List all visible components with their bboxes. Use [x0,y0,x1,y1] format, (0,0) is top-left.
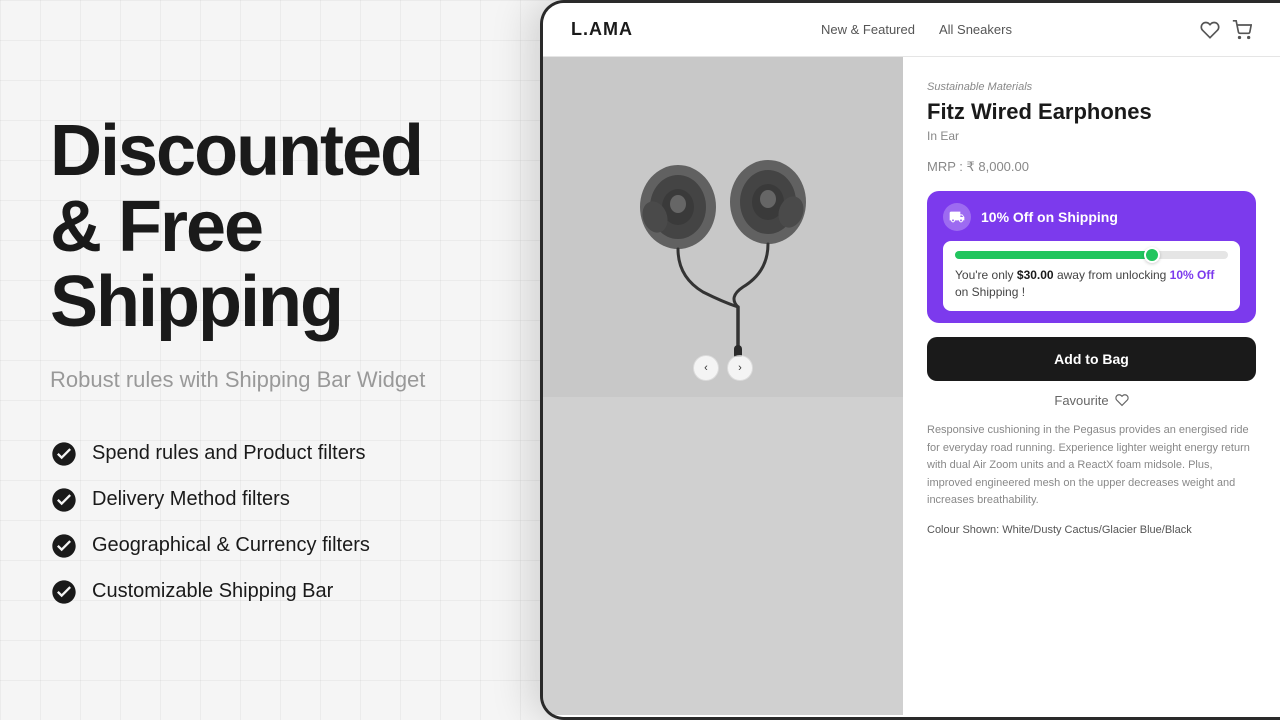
feature-item-4: Customizable Shipping Bar [50,578,450,606]
app-logo: L.AMA [571,19,633,40]
app-nav: L.AMA New & Featured All Sneakers [543,3,1280,57]
shipping-progress-container: You're only $30.00 away from unlocking 1… [943,241,1240,311]
device-frame: L.AMA New & Featured All Sneakers [540,0,1280,720]
nav-link-featured[interactable]: New & Featured [821,22,915,37]
hero-title: Discounted & Free Shipping [50,114,450,341]
left-panel: Discounted & Free Shipping Robust rules … [0,0,500,720]
product-category: Sustainable Materials [927,81,1256,93]
nav-icons [1200,20,1252,40]
product-description: Responsive cushioning in the Pegasus pro… [927,422,1256,510]
image-next-button[interactable]: › [727,355,753,381]
product-image-bg: ‹ › [543,57,903,397]
product-type: In Ear [927,129,1256,143]
product-area: ‹ › Sustainable Materials Fitz Wired Ear… [543,57,1280,715]
nav-links: New & Featured All Sneakers [821,22,1012,37]
check-circle-icon-3 [50,532,78,560]
progress-bar-thumb [1144,247,1160,263]
nav-link-sneakers[interactable]: All Sneakers [939,22,1012,37]
shipping-message: You're only $30.00 away from unlocking 1… [955,267,1228,301]
shipping-msg-suffix: on Shipping ! [955,285,1025,299]
shipping-icon-circle [943,203,971,231]
product-info: Sustainable Materials Fitz Wired Earphon… [903,57,1280,715]
shipping-msg-prefix: You're only [955,268,1017,282]
shipping-bar-title: 10% Off on Shipping [981,209,1118,225]
image-prev-button[interactable]: ‹ [693,355,719,381]
shipping-msg-mid: away from unlocking [1054,268,1170,282]
shipping-discount: 10% Off [1170,268,1215,282]
product-image-container: ‹ › [543,57,903,715]
shipping-bar-header: 10% Off on Shipping [943,203,1240,231]
progress-bar-fill [955,251,1152,259]
heart-small-icon[interactable] [1115,393,1129,407]
feature-label-3: Geographical & Currency filters [92,534,370,557]
feature-item-3: Geographical & Currency filters [50,532,450,560]
earphone-illustration [593,97,853,357]
check-circle-icon-2 [50,486,78,514]
progress-bar-track [955,251,1228,259]
feature-label-4: Customizable Shipping Bar [92,580,333,603]
feature-label-1: Spend rules and Product filters [92,442,366,465]
check-circle-icon-1 [50,440,78,468]
product-price: MRP : ₹ 8,000.00 [927,159,1256,175]
bag-icon[interactable] [1232,20,1252,40]
product-name: Fitz Wired Earphones [927,99,1256,125]
image-navigation: ‹ › [693,355,753,381]
truck-icon [949,209,965,225]
right-panel: L.AMA New & Featured All Sneakers [500,0,1280,720]
favourite-label: Favourite [1054,393,1108,408]
colour-section: Colour Shown: White/Dusty Cactus/Glacier… [927,524,1256,536]
hero-subtitle: Robust rules with Shipping Bar Widget [50,365,450,396]
heart-icon[interactable] [1200,20,1220,40]
feature-item-2: Delivery Method filters [50,486,450,514]
check-circle-icon-4 [50,578,78,606]
shipping-bar-widget: 10% Off on Shipping You're only $30.00 a… [927,191,1256,323]
feature-list: Spend rules and Product filters Delivery… [50,440,450,606]
add-to-bag-button[interactable]: Add to Bag [927,337,1256,381]
device-content: L.AMA New & Featured All Sneakers [543,3,1280,717]
feature-item-1: Spend rules and Product filters [50,440,450,468]
shipping-amount: $30.00 [1017,268,1054,282]
favourite-row: Favourite [927,393,1256,408]
feature-label-2: Delivery Method filters [92,488,290,511]
